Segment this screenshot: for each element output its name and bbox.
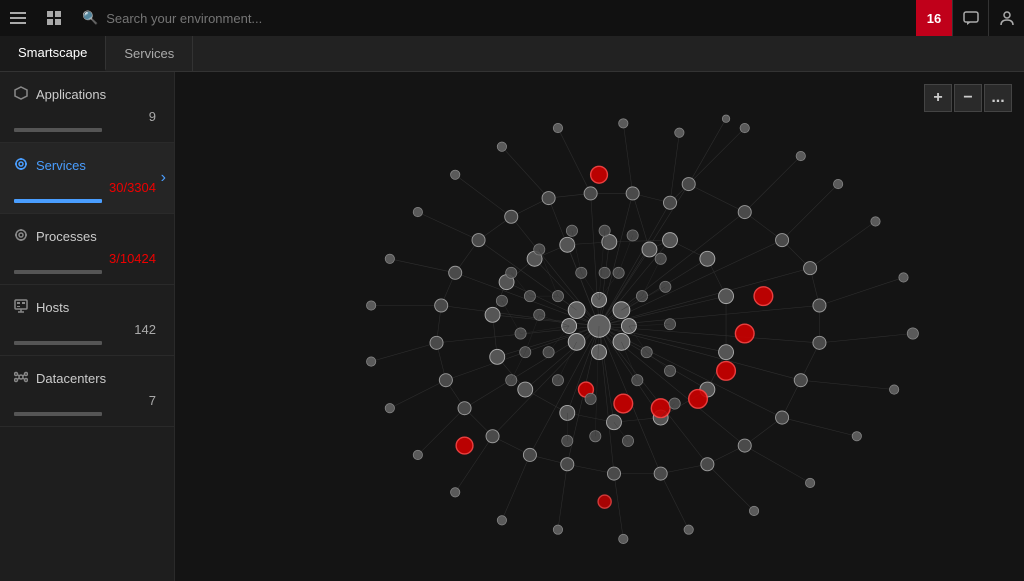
hosts-label: Hosts	[36, 300, 69, 315]
hosts-bar	[14, 341, 102, 345]
applications-label: Applications	[36, 87, 106, 102]
datacenters-icon	[14, 370, 28, 387]
datacenters-label: Datacenters	[36, 371, 106, 386]
network-graph[interactable]	[175, 72, 1024, 581]
services-label: Services	[36, 158, 86, 173]
hosts-icon	[14, 299, 28, 316]
sidebar-item-processes[interactable]: Processes 3/10424	[0, 214, 174, 285]
search-input[interactable]	[106, 11, 906, 26]
tab-services[interactable]: Services	[106, 36, 193, 71]
services-icon	[14, 157, 28, 174]
sidebar-item-hosts[interactable]: Hosts 142	[0, 285, 174, 356]
services-count: 30/3304	[14, 180, 160, 195]
zoom-more-button[interactable]: ...	[984, 84, 1012, 112]
datacenters-count: 7	[14, 393, 160, 408]
main-layout: Applications 9 Services	[0, 72, 1024, 581]
navtabs: Smartscape Services	[0, 36, 1024, 72]
sidebar-item-services[interactable]: Services 30/3304 ›	[0, 143, 174, 214]
sidebar-item-datacenters[interactable]: Datacenters 7	[0, 356, 174, 427]
search-bar: 🔍	[72, 10, 916, 26]
network-view: + − ...	[175, 72, 1024, 581]
services-chevron: ›	[161, 169, 166, 187]
tab-smartscape[interactable]: Smartscape	[0, 36, 106, 71]
topbar-right: 16	[916, 0, 1024, 36]
processes-icon	[14, 228, 28, 245]
applications-icon	[14, 86, 28, 103]
datacenters-bar	[14, 412, 102, 416]
applications-bar	[14, 128, 102, 132]
topbar: 🔍 16	[0, 0, 1024, 36]
zoom-out-button[interactable]: −	[954, 84, 982, 112]
processes-count: 3/10424	[14, 251, 160, 266]
zoom-in-button[interactable]: +	[924, 84, 952, 112]
search-icon: 🔍	[82, 10, 98, 26]
chat-button[interactable]	[952, 0, 988, 36]
sidebar-item-applications[interactable]: Applications 9	[0, 72, 174, 143]
services-bar	[14, 199, 102, 203]
grid-button[interactable]	[36, 0, 72, 36]
processes-label: Processes	[36, 229, 97, 244]
applications-count: 9	[14, 109, 160, 124]
hosts-count: 142	[14, 322, 160, 337]
user-button[interactable]	[988, 0, 1024, 36]
menu-button[interactable]	[0, 0, 36, 36]
processes-bar	[14, 270, 102, 274]
zoom-controls: + − ...	[924, 84, 1012, 112]
sidebar: Applications 9 Services	[0, 72, 175, 581]
notification-badge[interactable]: 16	[916, 0, 952, 36]
